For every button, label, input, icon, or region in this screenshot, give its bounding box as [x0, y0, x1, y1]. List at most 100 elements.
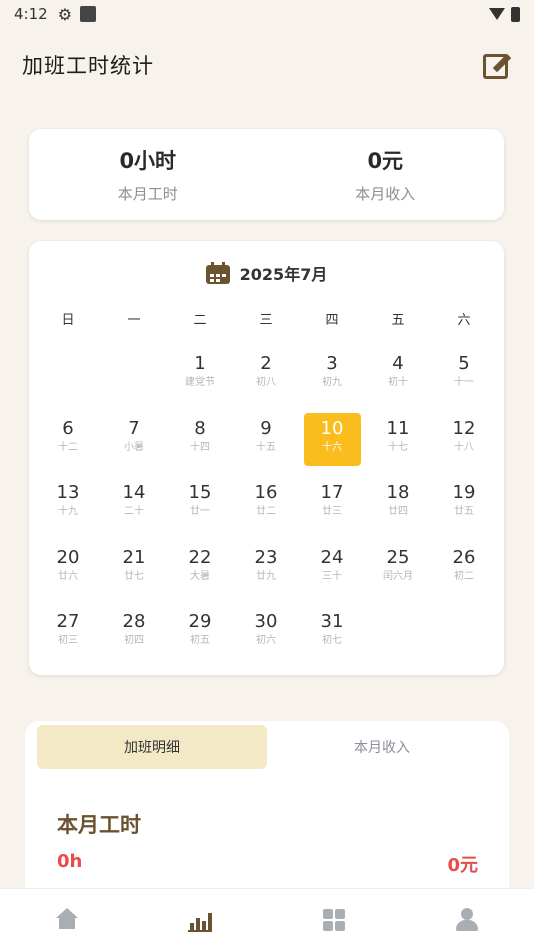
day-number: 4: [392, 353, 404, 374]
lunar-date: 廿九: [256, 570, 276, 582]
day-number: 24: [320, 546, 344, 568]
lunar-date: 廿一: [190, 506, 210, 517]
day-number: 11: [386, 417, 410, 439]
calendar-day-16[interactable]: 16 廿二: [233, 475, 299, 540]
lunar-date: 廿二: [256, 506, 276, 517]
lunar-date: 闰六月: [383, 570, 413, 582]
calendar-day-22[interactable]: 22 大暑: [167, 540, 233, 605]
day-number: 26: [452, 546, 476, 568]
lunar-date: 小暑: [124, 441, 144, 453]
day-number: 15: [188, 482, 212, 503]
notification-square-icon: [80, 6, 97, 22]
lunar-date: 十七: [388, 441, 408, 453]
day-number: 18: [386, 482, 410, 503]
calendar-day-9[interactable]: 9 十五: [233, 411, 299, 476]
calendar-day-21[interactable]: 21 廿七: [101, 540, 167, 605]
nav-profile[interactable]: [401, 889, 534, 950]
day-number: 12: [452, 417, 476, 439]
wifi-icon: [489, 8, 505, 20]
summary-income: 0元 本月收入: [267, 129, 505, 220]
lunar-date: 廿六: [58, 570, 78, 582]
lunar-date: 廿七: [124, 570, 144, 582]
calendar-day-14[interactable]: 14 二十: [101, 475, 167, 540]
nav-calculator[interactable]: [267, 889, 401, 950]
lunar-date: 初八: [256, 377, 276, 388]
tab-monthly-income[interactable]: 本月收入: [267, 725, 497, 769]
lunar-date: 初二: [454, 570, 474, 582]
calendar-day-18[interactable]: 18 廿四: [365, 475, 431, 540]
calendar-card: 2025年7月 日 一 二 三 四 五 六 1 建党节 2 初八 3 初九 4 初十 5 十一 6 十二 7 小暑 8 十…: [29, 241, 504, 675]
nav-statistics[interactable]: [134, 889, 268, 950]
lunar-date: 二十: [124, 506, 144, 517]
nav-home[interactable]: [0, 889, 134, 950]
day-number: 19: [452, 482, 476, 503]
status-time: 4:12: [14, 5, 48, 23]
status-right: [489, 6, 520, 22]
calendar-day-2[interactable]: 2 初八: [233, 346, 299, 411]
calendar-day-15[interactable]: 15 廿一: [167, 475, 233, 540]
day-number: 28: [122, 611, 146, 632]
calendar-day-30[interactable]: 30 初六: [233, 604, 299, 669]
day-number: 17: [320, 482, 344, 503]
calendar-day-12[interactable]: 12 十八: [431, 411, 497, 476]
day-number: 7: [128, 417, 140, 439]
lunar-date: 初九: [322, 377, 342, 388]
status-bar: 4:12 ⚙: [0, 0, 534, 28]
day-number: 6: [62, 417, 74, 439]
monthly-income-value: 0元: [367, 149, 404, 173]
lunar-date: 建党节: [185, 377, 215, 388]
calendar-day-24[interactable]: 24 三十: [299, 540, 365, 605]
tab-overtime-detail[interactable]: 加班明细: [37, 725, 267, 769]
page-title: 加班工时统计: [22, 54, 154, 78]
lunar-date: 十五: [256, 441, 276, 453]
day-number: 13: [56, 482, 80, 503]
calendar-day-6[interactable]: 6 十二: [35, 411, 101, 476]
lunar-date: 三十: [322, 570, 342, 582]
calendar-day-3[interactable]: 3 初九: [299, 346, 365, 411]
lunar-date: 十四: [190, 441, 210, 453]
monthly-hours-value: 0小时: [119, 149, 177, 173]
calendar-day-31[interactable]: 31 初七: [299, 604, 365, 669]
day-number: 25: [386, 546, 410, 568]
calendar-day-17[interactable]: 17 廿三: [299, 475, 365, 540]
monthly-income-label: 本月收入: [355, 185, 416, 203]
calendar-blank-cell: [35, 346, 101, 411]
calendar-day-10[interactable]: 10 十六: [299, 411, 365, 476]
edit-button[interactable]: [482, 50, 512, 80]
calendar-day-28[interactable]: 28 初四: [101, 604, 167, 669]
lunar-date: 十八: [454, 441, 474, 453]
calendar-day-7[interactable]: 7 小暑: [101, 411, 167, 476]
calendar-day-19[interactable]: 19 廿五: [431, 475, 497, 540]
monthly-hours-label: 本月工时: [117, 185, 178, 203]
calendar-day-27[interactable]: 27 初三: [35, 604, 101, 669]
user-icon: [455, 907, 479, 932]
day-number: 2: [260, 353, 272, 374]
calendar-day-25[interactable]: 25 闰六月: [365, 540, 431, 605]
calendar-day-29[interactable]: 29 初五: [167, 604, 233, 669]
day-number: 20: [56, 546, 80, 568]
calendar-grid: 1 建党节 2 初八 3 初九 4 初十 5 十一 6 十二 7 小暑 8 十四 9 十五 10 十六 11 十七 12 十八…: [35, 346, 498, 669]
day-number: 31: [320, 611, 344, 632]
weekday-label: 三: [259, 313, 273, 328]
calendar-day-4[interactable]: 4 初十: [365, 346, 431, 411]
calendar-day-13[interactable]: 13 十九: [35, 475, 101, 540]
calendar-day-5[interactable]: 5 十一: [431, 346, 497, 411]
day-number: 22: [188, 546, 212, 568]
weekday-label: 六: [457, 313, 471, 328]
calendar-day-26[interactable]: 26 初二: [431, 540, 497, 605]
home-icon: [55, 907, 79, 932]
calendar-day-23[interactable]: 23 廿九: [233, 540, 299, 605]
detail-income-value: 0元: [447, 855, 478, 876]
calendar-month-title[interactable]: 2025年7月: [240, 261, 328, 285]
calendar-day-8[interactable]: 8 十四: [167, 411, 233, 476]
calendar-blank-cell: [101, 346, 167, 411]
lunar-date: 十九: [58, 506, 78, 517]
calendar-day-11[interactable]: 11 十七: [365, 411, 431, 476]
weekday-label: 日: [61, 313, 75, 328]
calendar-day-20[interactable]: 20 廿六: [35, 540, 101, 605]
lunar-date: 初七: [322, 635, 342, 646]
lunar-date: 十六: [322, 441, 342, 453]
calendar-day-1[interactable]: 1 建党节: [167, 346, 233, 411]
weekday-label: 二: [193, 313, 207, 328]
lunar-date: 廿五: [454, 506, 474, 517]
